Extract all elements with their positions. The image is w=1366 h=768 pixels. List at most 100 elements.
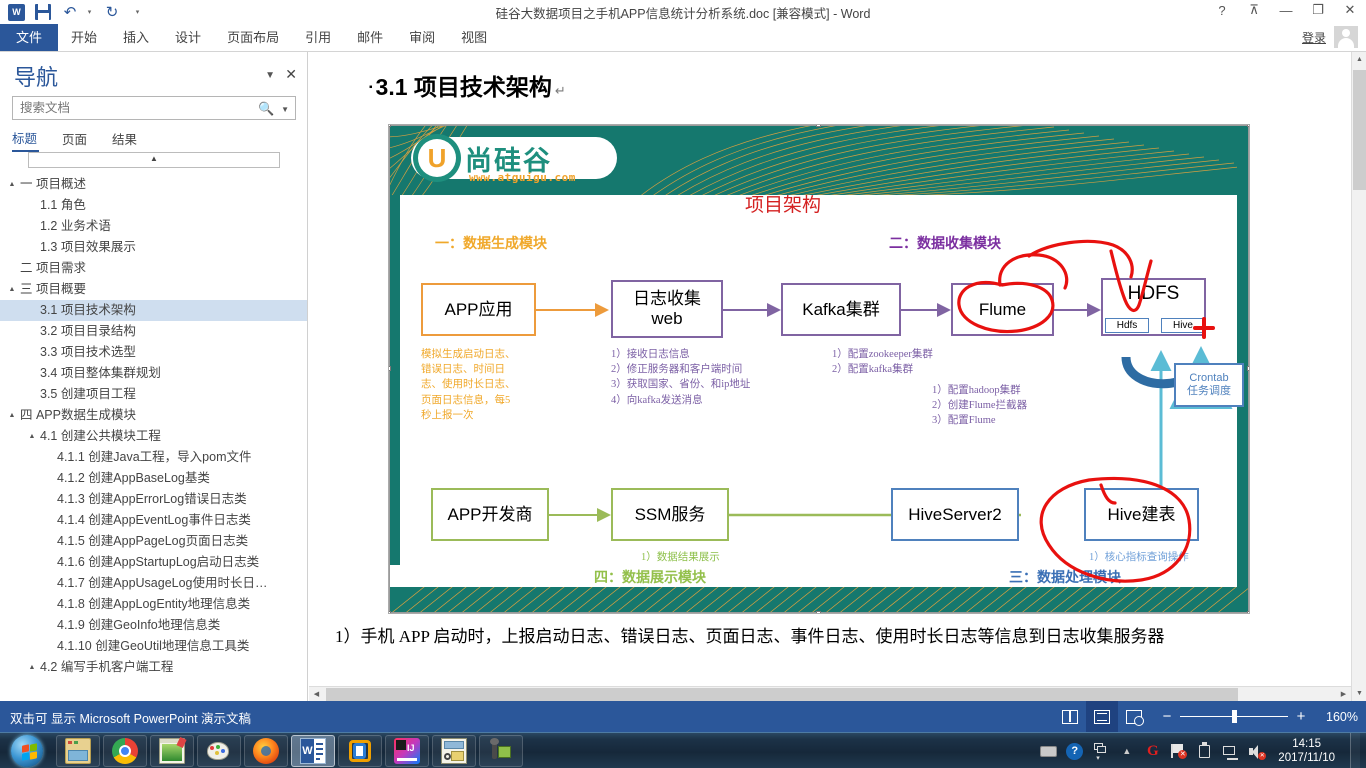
zoom-out-button[interactable]: − <box>1160 708 1174 725</box>
taskbar-clock[interactable]: 14:15 2017/11/10 <box>1278 737 1335 765</box>
taskbar-item-google-chrome[interactable] <box>103 735 147 767</box>
nav-item[interactable]: 4.1.8 创建AppLogEntity地理信息类 <box>0 594 307 615</box>
nav-item[interactable]: 4.1.1 创建Java工程，导入pom文件 <box>0 447 307 468</box>
nav-item[interactable]: 二 项目需求 <box>0 258 307 279</box>
start-button[interactable] <box>2 734 52 768</box>
close-icon[interactable]: ✕ <box>285 66 297 83</box>
nav-item[interactable]: 4.1.4 创建AppEventLog事件日志类 <box>0 510 307 531</box>
search-options-chevron-icon[interactable]: ▼ <box>281 105 289 114</box>
nav-item[interactable]: 4.1.9 创建GeoInfo地理信息类 <box>0 615 307 636</box>
flag-alert-icon[interactable]: ✕ <box>1170 743 1188 760</box>
scroll-up-icon[interactable]: ▲ <box>1352 52 1366 67</box>
scroll-down-icon[interactable]: ▼ <box>1352 686 1366 701</box>
scroll-left-icon[interactable]: ◀ <box>309 687 324 702</box>
nav-item[interactable]: 3.1 项目技术架构 <box>0 300 307 321</box>
resize-handle-n[interactable] <box>816 125 821 127</box>
taskbar-item-notepadpp[interactable] <box>150 735 194 767</box>
vertical-scroll-thumb[interactable] <box>1353 70 1366 190</box>
usb-eject-icon[interactable] <box>1196 741 1213 760</box>
nav-item[interactable]: 1.2 业务术语 <box>0 216 307 237</box>
taskbar-item-screenshot-tool[interactable] <box>432 735 476 767</box>
nav-item[interactable]: 4.1.5 创建AppPageLog页面日志类 <box>0 531 307 552</box>
search-box[interactable]: 🔍 ▼ <box>12 96 296 120</box>
resize-handle-se[interactable] <box>1247 611 1249 613</box>
nav-item[interactable]: 4.1.6 创建AppStartupLog启动日志类 <box>0 552 307 573</box>
search-icon[interactable]: 🔍 <box>258 101 274 116</box>
taskbar-item-microsoft-word[interactable]: W <box>291 735 335 767</box>
restore-button[interactable]: ❐ <box>1310 2 1326 18</box>
nav-item[interactable]: ▲ 4.1 创建公共模块工程 <box>0 426 307 447</box>
taskbar-item-intellij-idea[interactable]: IJ <box>385 735 429 767</box>
help-icon[interactable]: ? <box>1066 742 1084 760</box>
keyboard-icon[interactable] <box>1040 746 1058 757</box>
scroll-right-icon[interactable]: ▶ <box>1336 687 1351 702</box>
expand-collapse-icon[interactable]: ▲ <box>25 426 39 447</box>
nav-tab-results[interactable]: 结果 <box>112 127 150 151</box>
360-security-icon[interactable]: G <box>1144 743 1161 760</box>
tab-view[interactable]: 视图 <box>448 24 500 52</box>
volume-muted-icon[interactable]: ✕ <box>1248 743 1267 760</box>
zoom-slider[interactable] <box>1180 710 1288 723</box>
nav-item[interactable]: 4.1.7 创建AppUsageLog使用时长日… <box>0 573 307 594</box>
zoom-slider-thumb[interactable] <box>1232 710 1237 723</box>
tab-review[interactable]: 审阅 <box>396 24 448 52</box>
nav-item[interactable]: 1.3 项目效果展示 <box>0 237 307 258</box>
document-canvas[interactable]: ▪ 3.1 项目技术架构 ↵ U 尚硅谷 www.atguigu.com 项目架… <box>309 52 1366 701</box>
taskbar-item-paint[interactable] <box>197 735 241 767</box>
read-mode-button[interactable] <box>1054 701 1086 732</box>
zoom-in-button[interactable]: + <box>1294 708 1308 725</box>
window-switch-icon[interactable]: ▾ <box>1092 742 1109 762</box>
minimize-button[interactable]: — <box>1278 3 1294 18</box>
tab-mailings[interactable]: 邮件 <box>344 24 396 52</box>
nav-scroll-up-band[interactable] <box>28 152 280 168</box>
nav-item[interactable]: ▲ 一 项目概述 <box>0 174 307 195</box>
tab-file[interactable]: 文件 <box>0 24 59 52</box>
tab-references[interactable]: 引用 <box>292 24 344 52</box>
resize-handle-nw[interactable] <box>389 125 391 127</box>
resize-handle-sw[interactable] <box>389 611 391 613</box>
taskbar-item-file-explorer[interactable] <box>56 735 100 767</box>
network-icon[interactable] <box>1222 743 1239 760</box>
nav-item[interactable]: 4.1.3 创建AppErrorLog错误日志类 <box>0 489 307 510</box>
nav-item[interactable]: ▲ 四 APP数据生成模块 <box>0 405 307 426</box>
taskbar-item-firefox[interactable] <box>244 735 288 767</box>
ribbon-display-options-icon[interactable]: ⊼ <box>1246 2 1262 18</box>
nav-tab-headings[interactable]: 标题 <box>12 126 40 152</box>
avatar[interactable] <box>1334 26 1358 48</box>
nav-item[interactable]: 1.1 角色 <box>0 195 307 216</box>
nav-item[interactable]: 4.1.2 创建AppBaseLog基类 <box>0 468 307 489</box>
sign-in-link[interactable]: 登录 <box>1302 29 1326 46</box>
web-layout-button[interactable] <box>1118 701 1150 732</box>
resize-handle-w[interactable] <box>389 366 391 371</box>
chevron-down-icon[interactable]: ▼ <box>265 70 275 81</box>
resize-handle-e[interactable] <box>1247 366 1249 371</box>
nav-item[interactable]: 3.5 创建项目工程 <box>0 384 307 405</box>
embedded-powerpoint-object[interactable]: U 尚硅谷 www.atguigu.com 项目架构 一：数据生成模块 二：数据… <box>388 124 1250 614</box>
show-desktop-button[interactable] <box>1350 733 1360 768</box>
expand-collapse-icon[interactable]: ▲ <box>25 657 39 678</box>
expand-collapse-icon[interactable]: ▲ <box>5 174 19 195</box>
tab-home[interactable]: 开始 <box>58 24 110 52</box>
show-hidden-icons-icon[interactable]: ▲ <box>1118 743 1135 760</box>
nav-item[interactable]: 3.3 项目技术选型 <box>0 342 307 363</box>
tab-page-layout[interactable]: 页面布局 <box>214 24 292 52</box>
search-input[interactable] <box>18 100 258 116</box>
close-button[interactable]: ✕ <box>1342 2 1358 18</box>
resize-handle-ne[interactable] <box>1247 125 1249 127</box>
expand-collapse-icon[interactable]: ▲ <box>5 405 19 426</box>
nav-item[interactable]: 3.2 项目目录结构 <box>0 321 307 342</box>
taskbar-item-microsoft-office[interactable] <box>338 735 382 767</box>
resize-handle-s[interactable] <box>816 611 821 613</box>
horizontal-scrollbar[interactable]: ◀ ▶ <box>309 686 1351 701</box>
nav-tab-pages[interactable]: 页面 <box>62 127 100 151</box>
vertical-scrollbar[interactable]: ▲ ▼ <box>1351 52 1366 701</box>
taskbar-item-utility-app[interactable] <box>479 735 523 767</box>
nav-item[interactable]: ▲ 4.2 编写手机客户端工程 <box>0 657 307 678</box>
tab-insert[interactable]: 插入 <box>110 24 162 52</box>
nav-item[interactable]: ▲ 三 项目概要 <box>0 279 307 300</box>
help-icon[interactable]: ? <box>1214 3 1230 18</box>
zoom-percentage[interactable]: 160% <box>1316 710 1358 724</box>
print-layout-button[interactable] <box>1086 701 1118 732</box>
expand-collapse-icon[interactable]: ▲ <box>5 279 19 300</box>
horizontal-scroll-thumb[interactable] <box>326 688 1238 701</box>
